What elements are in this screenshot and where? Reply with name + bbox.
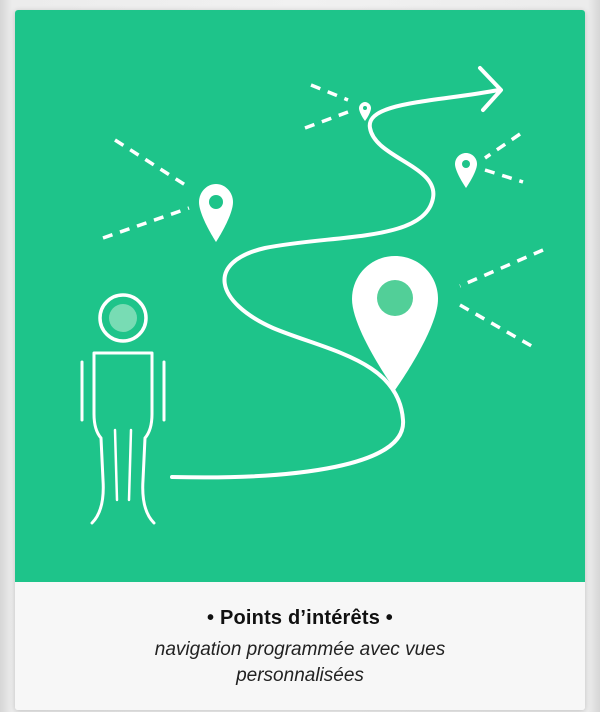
illustration-svg (80, 66, 544, 525)
map-pin-icon-medium (199, 184, 233, 242)
map-pin-icon-tiny (359, 102, 371, 121)
card-caption: • Points d’intérêts • navigation program… (15, 582, 585, 710)
view-lines (102, 83, 544, 350)
route-path (170, 88, 501, 480)
person-icon (80, 293, 166, 525)
feature-card: • Points d’intérêts • navigation program… (15, 10, 585, 710)
route-arrow-icon (478, 66, 503, 112)
page: • Points d’intérêts • navigation program… (0, 0, 600, 712)
points-of-interest-illustration (15, 10, 585, 582)
card-title: • Points d’intérêts • (206, 607, 393, 629)
map-pin-icon-large (352, 256, 438, 390)
map-pin-icon-small (455, 153, 477, 188)
card-subtitle: navigation programmée avec vues personna… (154, 639, 446, 686)
